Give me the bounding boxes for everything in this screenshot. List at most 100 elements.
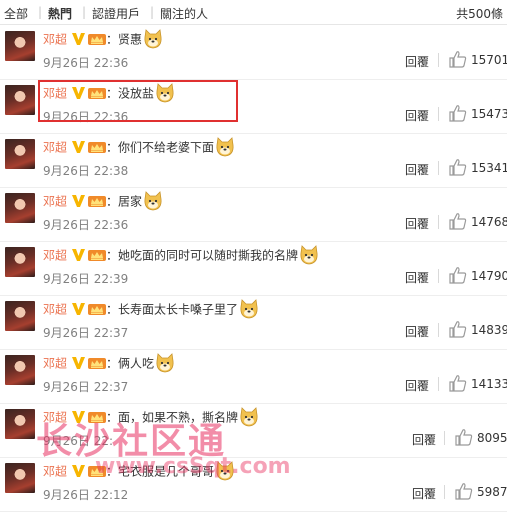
tab-separator: |: [82, 5, 87, 19]
comment-colon: ：: [106, 32, 119, 47]
doge-emoji-icon: [156, 353, 174, 373]
comment-username[interactable]: 邓超: [43, 465, 67, 479]
doge-emoji-icon: [144, 29, 162, 49]
thumbs-up-icon[interactable]: [448, 266, 468, 284]
like-count: 8095: [477, 431, 507, 445]
reply-button[interactable]: 回覆: [405, 323, 429, 340]
comment-username[interactable]: 邓超: [43, 249, 67, 263]
reply-button[interactable]: 回覆: [405, 215, 429, 232]
thumbs-up-icon[interactable]: [448, 50, 468, 68]
comment-text: 她吃面的同时可以随时撕我的名牌: [118, 248, 299, 263]
reply-button[interactable]: 回覆: [405, 269, 429, 286]
comment-username[interactable]: 邓超: [43, 141, 67, 155]
tab-all[interactable]: 全部: [4, 5, 28, 22]
comment-username[interactable]: 邓超: [43, 303, 67, 317]
watermark-url: www.csSqt.com: [95, 454, 291, 479]
like-count: 15341: [471, 161, 507, 175]
action-divider: [438, 269, 439, 283]
verified-v-icon: [71, 302, 86, 316]
thumbs-up-icon[interactable]: [448, 320, 468, 338]
avatar[interactable]: [5, 463, 35, 493]
reply-button[interactable]: 回覆: [412, 485, 436, 502]
member-crown-icon: [88, 249, 107, 262]
reply-button[interactable]: 回覆: [405, 53, 429, 70]
comment-colon: ：: [106, 302, 119, 317]
verified-v-icon: [71, 140, 86, 154]
avatar[interactable]: [5, 301, 35, 331]
avatar[interactable]: [5, 355, 35, 385]
thumbs-up-icon[interactable]: [448, 104, 468, 122]
tab-separator: |: [38, 5, 43, 19]
like-count: 14790: [471, 269, 507, 283]
tab-verified-users[interactable]: 認證用戶: [92, 5, 140, 22]
comment-timestamp: 9月26日 22:36: [43, 218, 129, 232]
comment-row: 邓超 ：她吃面的同时可以随时撕我的名牌 9月26日 22:39 回覆 14790: [0, 241, 507, 296]
comment-row: 邓超 ：长寿面太长卡嗓子里了 9月26日 22:37 回覆 14839: [0, 295, 507, 350]
verified-v-icon: [71, 194, 86, 208]
verified-v-icon: [71, 32, 86, 46]
comment-text: 长寿面太长卡嗓子里了: [118, 302, 239, 317]
doge-emoji-icon: [240, 407, 258, 427]
verified-v-icon: [71, 356, 86, 370]
tab-separator: |: [150, 5, 155, 19]
comment-timestamp: 9月26日 22:37: [43, 326, 129, 340]
reply-button[interactable]: 回覆: [412, 431, 436, 448]
avatar[interactable]: [5, 31, 35, 61]
comment-row: 邓超 ：你们不给老婆下面 9月26日 22:38 回覆 15341: [0, 133, 507, 188]
comment-timestamp: 9月26日 22:39: [43, 272, 129, 286]
comment-username[interactable]: 邓超: [43, 33, 67, 47]
comment-text: 贤惠: [118, 32, 143, 47]
reply-button[interactable]: 回覆: [405, 161, 429, 178]
doge-emoji-icon: [144, 191, 162, 211]
like-count: 15701: [471, 53, 507, 67]
tab-hot[interactable]: 熱門: [48, 5, 72, 22]
action-divider: [438, 323, 439, 337]
verified-v-icon: [71, 464, 86, 478]
member-crown-icon: [88, 33, 107, 46]
avatar[interactable]: [5, 193, 35, 223]
action-divider: [438, 107, 439, 121]
action-divider: [438, 377, 439, 391]
member-crown-icon: [88, 195, 107, 208]
comment-text: 你们不给老婆下面: [118, 140, 215, 155]
comment-total-count: 共500條: [456, 7, 503, 21]
comment-filter-bar: 全部 | 熱門 | 認證用戶 | 關注的人 共500條: [0, 0, 507, 25]
comment-text: 居家: [118, 194, 143, 209]
member-crown-icon: [88, 357, 107, 370]
doge-emoji-icon: [240, 299, 258, 319]
comment-colon: ：: [106, 356, 119, 371]
action-divider: [438, 161, 439, 175]
action-divider: [444, 485, 445, 499]
member-crown-icon: [88, 141, 107, 154]
comment-colon: ：: [106, 140, 119, 155]
action-divider: [444, 431, 445, 445]
comment-timestamp: 9月26日 22:38: [43, 164, 129, 178]
action-divider: [438, 53, 439, 67]
avatar[interactable]: [5, 247, 35, 277]
comment-row: 邓超 ：俩人吃 9月26日 22:37 回覆 14133: [0, 349, 507, 404]
avatar[interactable]: [5, 139, 35, 169]
reply-button[interactable]: 回覆: [405, 107, 429, 124]
action-divider: [438, 215, 439, 229]
reply-button[interactable]: 回覆: [405, 377, 429, 394]
thumbs-up-icon[interactable]: [448, 212, 468, 230]
like-count: 5987: [477, 485, 507, 499]
tab-following[interactable]: 關注的人: [160, 5, 208, 22]
thumbs-up-icon[interactable]: [454, 428, 474, 446]
thumbs-up-icon[interactable]: [454, 482, 474, 500]
avatar[interactable]: [5, 85, 35, 115]
avatar[interactable]: [5, 409, 35, 439]
thumbs-up-icon[interactable]: [448, 158, 468, 176]
comment-timestamp: 9月26日 22:37: [43, 380, 129, 394]
comment-username[interactable]: 邓超: [43, 357, 67, 371]
like-count: 14133: [471, 377, 507, 391]
comment-colon: ：: [106, 194, 119, 209]
comment-timestamp: 9月26日 22:36: [43, 56, 129, 70]
comment-colon: ：: [106, 248, 119, 263]
comment-text: 俩人吃: [118, 356, 155, 371]
like-count: 14839: [471, 323, 507, 337]
doge-emoji-icon: [300, 245, 318, 265]
comment-username[interactable]: 邓超: [43, 195, 67, 209]
doge-emoji-icon: [216, 137, 234, 157]
thumbs-up-icon[interactable]: [448, 374, 468, 392]
